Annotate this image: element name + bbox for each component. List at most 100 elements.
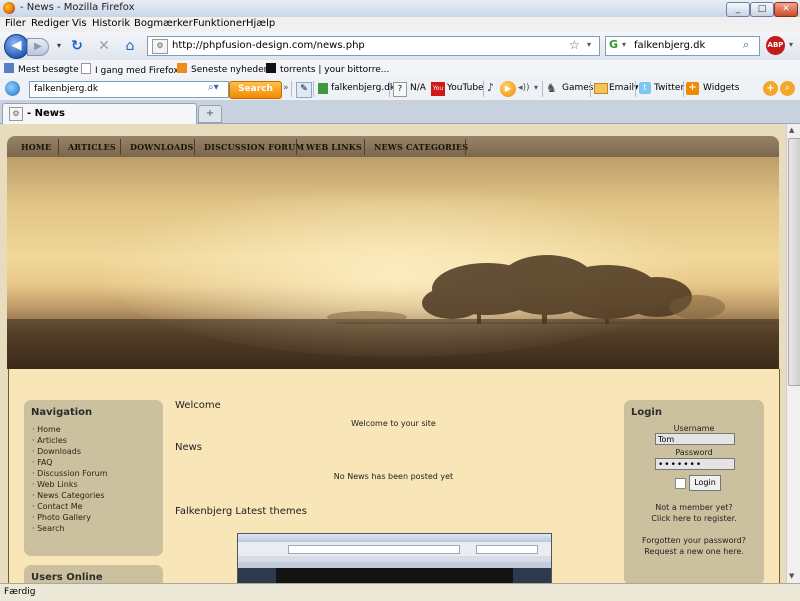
play-icon[interactable]: ▶ <box>500 81 516 97</box>
nav-link-gallery[interactable]: Photo Gallery <box>32 512 108 523</box>
menu-bar: Filer Rediger Vis Historik Bogmærker Fun… <box>0 17 800 32</box>
music-icon[interactable]: ♪ <box>487 81 494 94</box>
toolbar-search-round-icon[interactable]: ⌕ <box>780 81 795 96</box>
youtube-icon: You <box>431 82 445 96</box>
menu-history[interactable]: Historik <box>92 18 130 29</box>
search-box[interactable]: G ▾ falkenbjerg.dk ⌕ <box>605 36 760 56</box>
nav-link-forum[interactable]: Discussion Forum <box>32 468 107 479</box>
menu-bookmarks[interactable]: Bogmærker <box>134 18 193 29</box>
tab-bar: ⚙ - News + <box>0 100 800 124</box>
games-icon: ♞ <box>546 81 557 95</box>
stop-icon[interactable]: ✕ <box>95 38 113 54</box>
home-icon[interactable]: ⌂ <box>121 38 139 54</box>
nav-link-home[interactable]: Home <box>32 424 108 435</box>
forgot-text: Forgotten your password? <box>642 536 746 545</box>
theme-screenshot[interactable] <box>237 533 552 583</box>
url-bar[interactable]: ⚙ http://phpfusion-design.com/news.php ☆… <box>147 36 600 56</box>
question-icon[interactable]: ? <box>393 82 407 97</box>
tab-favicon-icon: ⚙ <box>9 107 23 121</box>
magnifier-icon[interactable]: ⌕ <box>743 38 749 52</box>
toolbar-more-icon[interactable]: » <box>283 83 289 93</box>
toolbar-search-icon[interactable]: ⌕▾ <box>208 82 219 93</box>
register-link[interactable]: Click here to register. <box>624 514 764 523</box>
toolbar-site-link[interactable]: falkenbjerg.dk <box>331 83 395 93</box>
users-online-title: Users Online <box>31 572 103 583</box>
themes-title: Falkenbjerg Latest themes <box>175 506 308 517</box>
navigation-panel: Navigation Home Articles Downloads FAQ D… <box>24 400 163 556</box>
username-input[interactable]: Tom <box>655 433 735 445</box>
url-dropdown-icon[interactable]: ▾ <box>587 40 591 49</box>
toolbar-logo-icon <box>5 81 20 96</box>
site-nav-articles[interactable]: ARTICLES <box>68 142 116 152</box>
new-tab-button[interactable]: + <box>198 105 222 123</box>
nav-link-articles[interactable]: Articles <box>32 435 108 446</box>
window-title: - News - Mozilla Firefox <box>20 2 135 13</box>
site-icon <box>318 83 328 94</box>
close-button[interactable]: ✕ <box>774 2 798 17</box>
toolbar-search-button[interactable]: Search <box>229 81 282 99</box>
nav-link-downloads[interactable]: Downloads <box>32 446 108 457</box>
welcome-text: Welcome to your site <box>351 419 436 428</box>
nav-link-contact[interactable]: Contact Me <box>32 501 108 512</box>
minimize-button[interactable]: _ <box>726 2 750 17</box>
nav-link-weblinks[interactable]: Web Links <box>32 479 108 490</box>
volume-icon[interactable]: ◂)) <box>518 83 530 93</box>
request-password-link[interactable]: Request a new one here. <box>624 547 764 556</box>
welcome-title: Welcome <box>175 400 221 411</box>
player-dropdown-icon[interactable]: ▾ <box>534 83 538 92</box>
bookmark-latest-news[interactable]: Seneste nyheder <box>177 63 267 75</box>
toolbar-twitter[interactable]: Twitter <box>654 83 684 93</box>
site-nav-downloads[interactable]: DOWNLOADS <box>130 142 194 152</box>
site-nav-forum[interactable]: DISCUSSION FORUM <box>204 142 304 152</box>
tree-landscape-image <box>7 177 779 369</box>
nav-link-news-categories[interactable]: News Categories <box>32 490 108 501</box>
news-title: News <box>175 442 203 453</box>
toolbar-widgets[interactable]: Widgets <box>703 83 739 93</box>
site-nav-home[interactable]: HOME <box>21 142 51 152</box>
engine-dropdown-icon[interactable]: ▾ <box>622 40 626 49</box>
star-icon[interactable]: ☆ <box>569 38 580 52</box>
menu-help[interactable]: Hjælp <box>246 18 275 29</box>
nav-link-faq[interactable]: FAQ <box>32 457 108 468</box>
bookmarks-toolbar: Mest besøgte I gang med Firefox Seneste … <box>0 60 800 79</box>
torrent-icon <box>266 63 276 73</box>
google-icon[interactable]: G <box>609 38 618 51</box>
reload-icon[interactable]: ↻ <box>68 38 86 54</box>
vertical-scrollbar[interactable]: ▲ ▼ <box>786 124 800 583</box>
site-nav-news-categories[interactable]: NEWS CATEGORIES <box>374 142 468 152</box>
tab-news[interactable]: ⚙ - News <box>2 103 197 124</box>
status-text: Færdig <box>4 587 36 597</box>
nav-link-search[interactable]: Search <box>32 523 108 534</box>
pencil-icon[interactable]: ✎ <box>296 82 312 98</box>
bookmark-most-visited[interactable]: Mest besøgte <box>4 63 79 75</box>
widgets-icon: + <box>686 82 699 95</box>
toolbar-search-input[interactable]: falkenbjerg.dk <box>29 81 229 98</box>
bookmark-getting-started[interactable]: I gang med Firefox <box>81 63 179 76</box>
scroll-down-icon[interactable]: ▼ <box>789 572 794 580</box>
username-label: Username <box>673 424 715 433</box>
add-icon[interactable]: + <box>763 81 778 96</box>
menu-view[interactable]: Vis <box>72 18 87 29</box>
toolbar-games[interactable]: Games <box>562 83 593 93</box>
scrollbar-thumb[interactable] <box>788 138 800 386</box>
menu-file[interactable]: Filer <box>5 18 26 29</box>
menu-edit[interactable]: Rediger <box>31 18 69 29</box>
toolbar-youtube[interactable]: YouTube <box>447 83 484 93</box>
menu-tools[interactable]: Funktioner <box>193 18 246 29</box>
status-bar: Færdig <box>0 583 800 601</box>
news-text: No News has been posted yet <box>333 472 454 481</box>
bookmark-torrents[interactable]: torrents | your bittorre... <box>266 63 389 75</box>
login-button[interactable]: Login <box>689 475 721 491</box>
scroll-up-icon[interactable]: ▲ <box>789 126 794 134</box>
password-label: Password <box>675 448 713 457</box>
back-button[interactable]: ◀ <box>4 34 29 59</box>
site-nav-weblinks[interactable]: WEB LINKS <box>306 142 362 152</box>
maximize-button[interactable]: □ <box>750 2 774 17</box>
forward-button[interactable]: ▶ <box>27 38 49 56</box>
adblock-icon[interactable]: ABP <box>766 36 785 55</box>
remember-checkbox[interactable] <box>675 478 686 489</box>
adblock-dropdown-icon[interactable]: ▾ <box>789 40 793 49</box>
password-input[interactable]: ••••••• <box>655 458 735 470</box>
search-toolbar: falkenbjerg.dk ⌕▾ Search » ✎ falkenbjerg… <box>0 78 800 101</box>
history-dropdown-icon[interactable]: ▾ <box>50 38 68 54</box>
